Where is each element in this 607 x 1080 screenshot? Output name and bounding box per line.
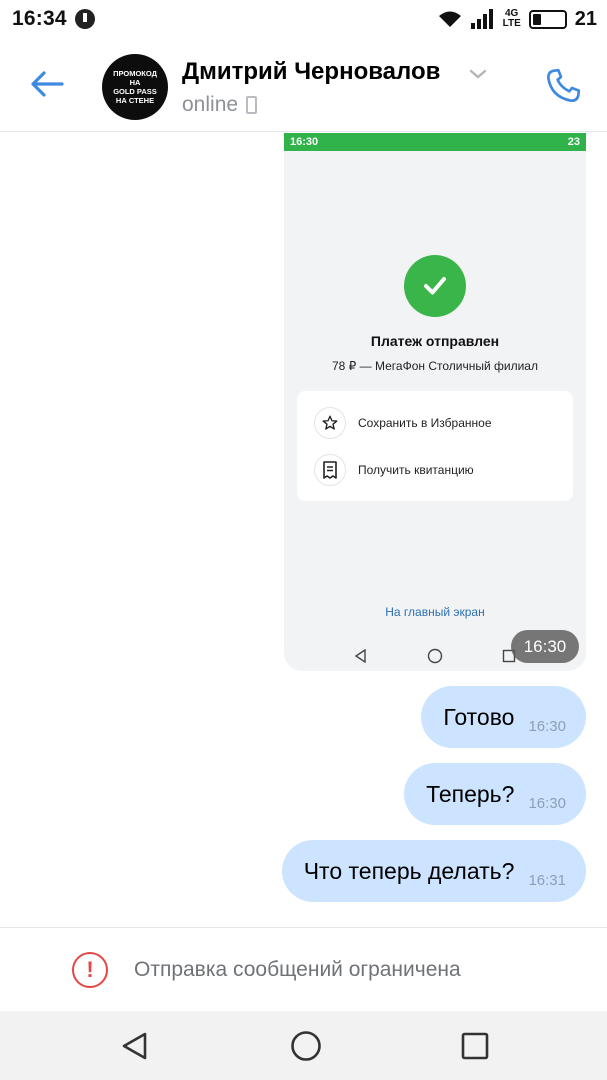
save-favorite-row: Сохранить в Избранное	[314, 405, 492, 441]
status-label: online	[182, 93, 239, 116]
nav-recents-icon[interactable]	[461, 1032, 489, 1060]
nav-home-icon[interactable]	[290, 1030, 322, 1062]
warning-icon: !	[72, 951, 108, 988]
receipt-label: Получить квитанцию	[358, 463, 474, 477]
contact-status: online	[182, 93, 258, 117]
receipt-icon	[314, 454, 346, 486]
status-indicators: 4G LTE 21	[437, 8, 597, 31]
image-timestamp: 16:30	[511, 630, 579, 663]
payment-title: Платеж отправлен	[370, 333, 500, 349]
phone-icon	[546, 68, 581, 103]
avatar[interactable]: ПРОМОКОД НА GOLD PASS НА СТЕНЕ	[102, 54, 168, 120]
home-circle-icon	[427, 648, 443, 664]
image-status-time: 16:30	[290, 136, 319, 148]
signal-icon	[470, 9, 493, 29]
status-time: 16:34	[12, 7, 67, 30]
home-screen-link: На главный экран	[385, 605, 485, 619]
arrow-left-icon	[31, 71, 64, 97]
nav-back-icon[interactable]	[120, 1031, 150, 1061]
message-time: 16:31	[528, 871, 566, 889]
payment-actions-card: Сохранить в Избранное Получить квитанцию	[297, 391, 573, 501]
message-text: Готово	[443, 703, 515, 730]
message-text: Что теперь делать?	[303, 857, 515, 884]
system-nav-bar	[0, 1011, 607, 1080]
payment-subtitle: 78 ₽ — МегаФон Столичный филиал	[332, 359, 538, 373]
image-status-bar: 16:30 23	[284, 133, 586, 151]
messenger-screen: 16:34 4G LTE 21 ПРОМОКОД НА GOLD PASS НА…	[0, 0, 607, 1080]
save-favorite-label: Сохранить в Избранное	[358, 416, 492, 430]
message-time: 16:30	[528, 794, 566, 812]
chat-header: ПРОМОКОД НА GOLD PASS НА СТЕНЕ Дмитрий Ч…	[0, 38, 607, 132]
network-type: 4G LTE	[502, 8, 521, 29]
image-message[interactable]: 16:30 23 Платеж отправлен 78 ₽ — МегаФон…	[284, 133, 586, 671]
message-text: Теперь?	[426, 780, 515, 807]
image-status-battery: 23	[567, 136, 580, 148]
back-button[interactable]	[26, 64, 68, 104]
message-bubble[interactable]: Теперь? 16:30	[404, 763, 586, 825]
battery-icon	[528, 9, 567, 29]
mobile-device-icon	[246, 96, 258, 114]
restriction-text: Отправка сообщений ограничена	[134, 957, 461, 981]
battery-percent: 21	[574, 7, 597, 30]
wifi-icon	[438, 11, 461, 27]
status-bar: 16:34 4G LTE 21	[0, 0, 607, 38]
message-list[interactable]: 16:30 23 Платеж отправлен 78 ₽ — МегаФон…	[0, 133, 607, 927]
receipt-row: Получить квитанцию	[314, 452, 474, 488]
message-bubble[interactable]: Готово 16:30	[421, 686, 586, 748]
success-check-icon	[404, 255, 466, 317]
back-triangle-icon	[354, 649, 366, 663]
call-button[interactable]	[540, 64, 586, 108]
download-icon	[74, 9, 95, 29]
message-bubble[interactable]: Что теперь делать? 16:31	[281, 840, 586, 902]
contact-name[interactable]: Дмитрий Черновалов	[182, 58, 440, 86]
chevron-down-icon[interactable]	[469, 68, 487, 80]
message-time: 16:30	[528, 717, 566, 735]
messaging-restricted-banner: ! Отправка сообщений ограничена	[0, 927, 607, 1011]
star-icon	[314, 407, 346, 439]
